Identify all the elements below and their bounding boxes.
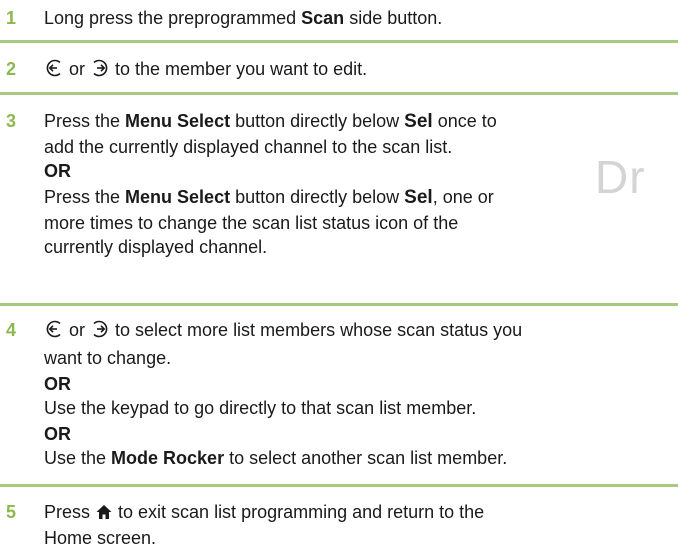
home-icon — [95, 503, 113, 527]
sel-softkey-label: Sel — [404, 111, 433, 132]
step-text: Press the Menu Select button directly be… — [44, 109, 674, 259]
step-text: Long press the preprogrammed Scan side b… — [44, 6, 674, 30]
left-arrow-circle-icon — [44, 319, 64, 345]
step-text: Press to exit scan list programming and … — [44, 500, 674, 550]
text-segment: Use the — [44, 448, 112, 468]
step-text: or to select more list members whose sca… — [44, 318, 674, 472]
text-line: Use the keypad to go directly to that sc… — [44, 398, 477, 418]
text-line: currently displayed channel. — [44, 237, 268, 257]
text-line: Home screen. — [44, 528, 157, 548]
menu-select-label: Menu Select — [125, 187, 231, 207]
divider — [0, 303, 678, 306]
text-segment: to exit scan list programming and return… — [113, 502, 485, 522]
right-arrow-circle-icon — [90, 58, 110, 84]
text-segment: side button. — [344, 8, 443, 28]
step-number: 1 — [6, 8, 17, 28]
step-text: or to the member you want to edit. — [44, 57, 674, 84]
text-segment: , one or — [432, 187, 494, 207]
or-label: OR — [44, 161, 71, 181]
text-segment: Press — [44, 502, 96, 522]
text-segment: to select more list members whose scan s… — [110, 320, 523, 340]
text-segment: button directly below — [230, 187, 405, 207]
text-segment: Press the — [44, 111, 126, 131]
text-segment: to select another scan list member. — [224, 448, 508, 468]
divider — [0, 484, 678, 487]
text-segment: or — [64, 320, 91, 340]
divider — [0, 40, 678, 43]
step-number: 4 — [6, 320, 17, 340]
text-segment: or — [64, 59, 91, 79]
or-label: OR — [44, 424, 71, 444]
mode-rocker-label: Mode Rocker — [111, 448, 225, 468]
step-number: 2 — [6, 59, 17, 79]
scan-button-label: Scan — [301, 8, 345, 28]
text-line: want to change. — [44, 348, 172, 368]
step-number: 5 — [6, 502, 17, 522]
text-segment: to the member you want to edit. — [110, 59, 368, 79]
menu-select-label: Menu Select — [125, 111, 231, 131]
step-number: 3 — [6, 111, 17, 131]
right-arrow-circle-icon — [90, 319, 110, 345]
text-segment: once to — [432, 111, 497, 131]
text-segment: Press the — [44, 187, 126, 207]
text-line: more times to change the scan list statu… — [44, 213, 459, 233]
text-line: add the currently displayed channel to t… — [44, 137, 453, 157]
sel-softkey-label: Sel — [404, 187, 433, 208]
left-arrow-circle-icon — [44, 58, 64, 84]
divider — [0, 92, 678, 95]
or-label: OR — [44, 374, 71, 394]
text-segment: Long press the preprogrammed — [44, 8, 302, 28]
text-segment: button directly below — [230, 111, 405, 131]
